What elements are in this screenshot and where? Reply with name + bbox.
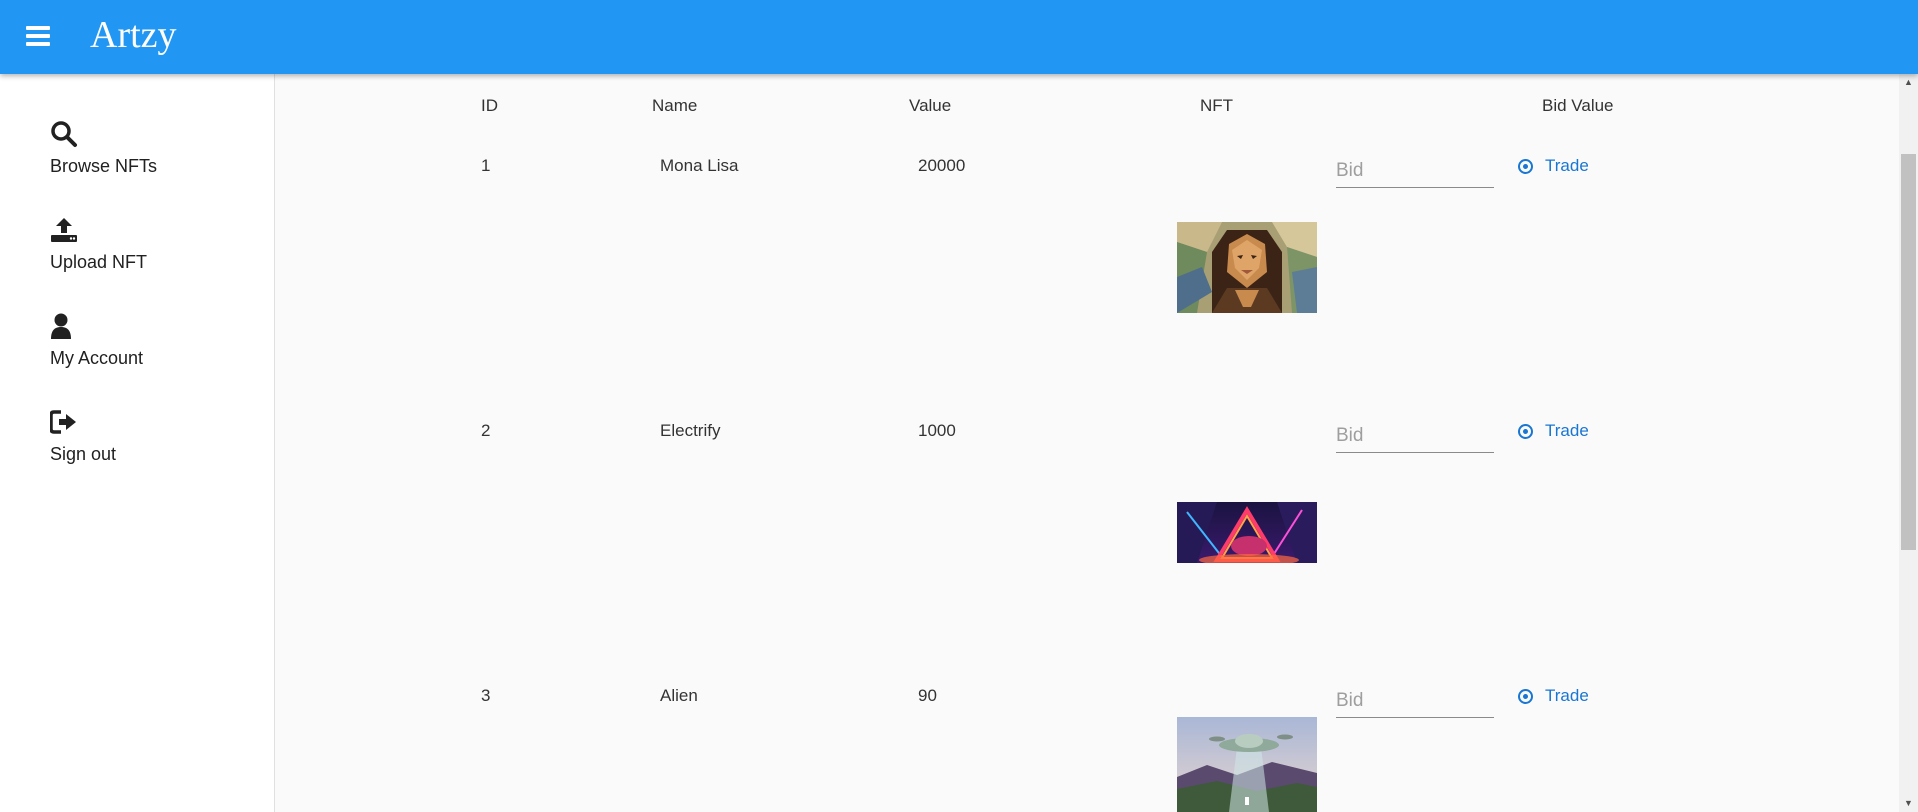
column-header-name: Name [652,96,698,115]
bid-input[interactable] [1336,419,1494,453]
column-header-value: Value [909,96,952,115]
cell-value: 1000 [918,421,956,440]
cell-name: Mona Lisa [660,156,739,175]
neon-triangle-image [1177,502,1317,563]
app-bar: Artzy [0,0,1918,74]
column-header-nft: NFT [1200,96,1234,115]
bid-input[interactable] [1336,154,1494,188]
sidebar-item-my-account[interactable]: My Account [50,312,143,369]
sidebar-item-label: My Account [50,348,144,368]
cell-id: 2 [481,421,491,440]
sidebar-item-upload-nft[interactable]: Upload NFT [50,216,147,273]
column-header-bid-value: Bid Value [1542,96,1614,115]
cell-value: 90 [918,686,937,705]
sidebar-item-browse-nfts[interactable]: Browse NFTs [50,120,157,177]
scroll-thumb[interactable] [1901,154,1916,550]
bid-input[interactable] [1336,684,1494,718]
radio-icon [1518,423,1533,439]
sign-out-icon [50,410,76,434]
cell-value: 20000 [918,156,966,175]
scroll-down-arrow-icon[interactable]: ▼ [1899,795,1918,812]
sidebar: Browse NFTs Upload NFT My Account Sign o… [0,74,275,812]
trade-radio[interactable]: Trade [1518,156,1589,176]
cell-id: 3 [481,686,491,705]
cell-id: 1 [481,156,491,175]
nft-table: ID Name Value NFT Bid Value 1 Mona Lisa … [276,74,1899,812]
sidebar-item-label: Upload NFT [50,252,148,272]
ufo-landscape-image [1177,717,1317,812]
user-icon [51,313,71,339]
sidebar-item-label: Sign out [50,444,117,464]
mona-lisa-lowpoly-image [1177,222,1317,313]
sidebar-item-label: Browse NFTs [50,156,158,176]
scroll-up-arrow-icon[interactable]: ▲ [1899,74,1918,91]
upload-icon [51,218,77,242]
app-title: Artzy [90,14,177,56]
cell-name: Alien [660,686,698,705]
search-icon [51,121,77,147]
radio-icon [1518,158,1533,174]
trade-label: Trade [1545,421,1589,440]
sidebar-item-sign-out[interactable]: Sign out [50,408,116,465]
radio-icon [1518,688,1533,704]
vertical-scrollbar[interactable]: ▲ ▼ [1899,74,1918,812]
trade-radio[interactable]: Trade [1518,421,1589,441]
trade-radio[interactable]: Trade [1518,686,1589,706]
hamburger-menu-icon[interactable] [26,26,50,46]
trade-label: Trade [1545,686,1589,705]
column-header-id: ID [481,96,498,115]
cell-name: Electrify [660,421,721,440]
trade-label: Trade [1545,156,1589,175]
